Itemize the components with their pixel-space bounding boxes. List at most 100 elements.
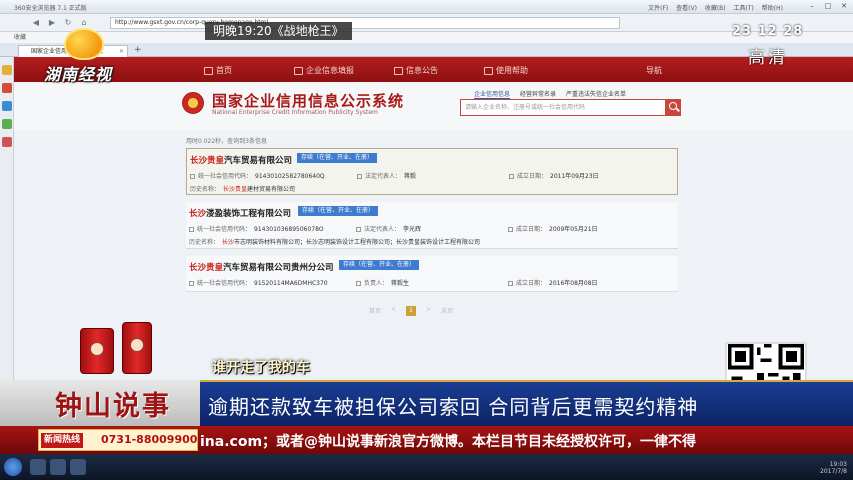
channel-name: 湖南经视 xyxy=(44,65,113,84)
calendar-icon xyxy=(508,281,513,286)
company-name[interactable]: 长沙贵皇汽车贸易有限公司贵州分公司 xyxy=(189,261,334,273)
pager-last[interactable]: 末页 xyxy=(441,306,453,316)
national-emblem-icon xyxy=(182,92,204,114)
nav-guide[interactable]: 导航 xyxy=(646,65,662,76)
result-card[interactable]: 长沙溇盈装饰工程有限公司 存续（在营、开业、在册） 统一社会信用代码： 91430… xyxy=(186,202,678,249)
name-keyword: 长沙贵皇 xyxy=(189,263,224,273)
system-tray: 19:03 2017/7/8 xyxy=(820,461,847,475)
hotline-number: 0731-88009900 xyxy=(101,433,198,446)
result-card[interactable]: 长沙贵皇汽车贸易有限公司贵州分公司 存续（在营、开业、在册） 统一社会信用代码：… xyxy=(186,256,678,292)
tool-icon[interactable] xyxy=(2,119,12,129)
browser-title-bar: 360安全浏览器 7.1 正式版 文件(F) 查看(V) 收藏(B) 工具(T)… xyxy=(0,0,853,14)
program-promo: 明晚19:20《战地枪王》 xyxy=(205,22,352,40)
hd-badge: 高清 xyxy=(748,48,788,68)
news-ticker: 新闻热线 0731-88009900 ina.com；或者@钟山说事新浪官方微博… xyxy=(0,426,853,454)
credit-code-field: 统一社会信用代码： 91430103689506078O xyxy=(189,224,324,233)
start-button-icon[interactable] xyxy=(4,458,22,476)
calendar-icon xyxy=(508,227,513,232)
founded-date-field: 成立日期： 2011年09月23日 xyxy=(509,171,599,180)
field-value: 91520114MA6DMHC370 xyxy=(254,280,328,287)
browser-menu[interactable]: 文件(F) 查看(V) 收藏(B) 工具(T) 帮助(H) xyxy=(648,3,783,12)
close-icon[interactable]: ✕ xyxy=(839,2,849,11)
field-label: 成立日期： xyxy=(516,226,547,233)
tab-blacklist[interactable]: 严重违法失信企业名单 xyxy=(566,89,626,99)
headline-bar: 逾期还款致车被担保公司索回 合同背后更需契约精神 xyxy=(200,380,853,426)
field-value: 蒋毅生 xyxy=(391,280,410,287)
bookmark-item[interactable]: 收藏 xyxy=(14,34,26,41)
pager-next[interactable]: > xyxy=(426,306,431,316)
field-value: 2011年09月23日 xyxy=(550,173,599,180)
os-taskbar: 19:03 2017/7/8 xyxy=(0,454,853,480)
drink-can-icon xyxy=(122,322,152,374)
search-input[interactable]: 请输入企业名称、注册号或统一社会信用代码 xyxy=(460,99,666,116)
app-icon[interactable] xyxy=(2,101,12,111)
company-name[interactable]: 长沙溇盈装饰工程有限公司 xyxy=(189,207,291,219)
results-summary: 用时0.022秒，查询到3条信息 xyxy=(186,138,267,145)
nav-report[interactable]: 企业信息填报 xyxy=(294,65,354,76)
name-keyword: 长沙贵皇 xyxy=(190,156,225,166)
tray-date: 2017/7/8 xyxy=(820,468,847,475)
code-icon xyxy=(189,227,194,232)
mango-logo-icon xyxy=(64,28,104,60)
folder-taskbar-icon[interactable] xyxy=(50,459,66,475)
field-label: 统一社会信用代码： xyxy=(198,173,253,180)
field-label: 负责人： xyxy=(364,280,389,287)
pagination: 首页 < 1 > 末页 xyxy=(369,306,453,316)
form-icon xyxy=(294,66,303,75)
show-name-box: 钟山说事 xyxy=(0,380,200,426)
pager-first[interactable]: 首页 xyxy=(369,306,381,316)
nav-notice[interactable]: 信息公告 xyxy=(394,65,438,76)
former-rest: 建材贸易有限公司 xyxy=(247,186,296,193)
person-icon xyxy=(356,227,361,232)
nav-home[interactable]: 首页 xyxy=(204,65,232,76)
notice-icon xyxy=(394,66,403,75)
video-frame: 360安全浏览器 7.1 正式版 文件(F) 查看(V) 收藏(B) 工具(T)… xyxy=(0,0,853,480)
nav-label: 导航 xyxy=(646,66,662,75)
company-name[interactable]: 长沙贵皇汽车贸易有限公司 xyxy=(190,154,292,166)
person-in-charge-field: 负责人： 蒋毅生 xyxy=(356,278,409,287)
broadcast-clock: 23 12 28 xyxy=(732,24,804,39)
result-card[interactable]: 长沙贵皇汽车贸易有限公司 存续（在营、开业、在册） 统一社会信用代码： 91430… xyxy=(186,148,678,195)
app-taskbar-icon[interactable] xyxy=(70,459,86,475)
browser-taskbar-icon[interactable] xyxy=(30,459,46,475)
calendar-icon xyxy=(509,174,514,179)
status-badge: 存续（在营、开业、在册） xyxy=(297,153,378,163)
address-bar[interactable]: http://www.gsxt.gov.cn/corp-query-homepa… xyxy=(110,17,620,29)
favorite-icon[interactable] xyxy=(2,65,12,75)
field-label: 历史名称： xyxy=(190,186,221,193)
code-icon xyxy=(190,174,195,179)
pager-prev[interactable]: < xyxy=(391,306,396,316)
nav-label: 使用帮助 xyxy=(496,66,528,75)
former-keyword: 长沙贵皇 xyxy=(223,186,248,193)
field-label: 法定代表人： xyxy=(364,226,401,233)
field-label: 统一社会信用代码： xyxy=(197,226,252,233)
weibo-icon[interactable] xyxy=(2,83,12,93)
field-value: 91430103689506078O xyxy=(254,226,324,233)
field-value: 2016年08月08日 xyxy=(549,280,598,287)
minimize-icon[interactable]: – xyxy=(807,2,817,11)
former-keyword: 长沙 xyxy=(222,239,235,246)
field-label: 历史名称： xyxy=(189,239,220,246)
show-name: 钟山说事 xyxy=(55,391,171,422)
ticker-text: ina.com；或者@钟山说事新浪官方微博。本栏目节目未经授权许可，一律不得 xyxy=(200,434,697,450)
site-logo-subtitle: National Enterprise Credit Information P… xyxy=(212,109,378,116)
credit-code-field: 统一社会信用代码： 91520114MA6DMHC370 xyxy=(189,278,328,287)
search-icon[interactable] xyxy=(666,99,681,116)
hotline-box: 新闻热线 0731-88009900 xyxy=(38,429,198,451)
field-label: 统一社会信用代码： xyxy=(197,280,252,287)
site-header: 国家企业信用信息公示系统 National Enterprise Credit … xyxy=(14,82,853,130)
hotline-label: 新闻热线 xyxy=(41,433,84,448)
channel-logo: 湖南经视 xyxy=(40,28,150,84)
maximize-icon[interactable]: □ xyxy=(823,2,833,11)
tab-credit-info[interactable]: 企业信用信息 xyxy=(474,89,511,99)
legal-rep-field: 法定代表人： 李光辉 xyxy=(356,224,421,233)
former-name-field: 历史名称： 长沙市志明装饰材料有限公司；长沙志明装饰设计工程有限公司；长沙贵皇装饰… xyxy=(189,237,480,246)
drink-can-icon xyxy=(80,328,114,374)
name-rest: 溇盈装饰工程有限公司 xyxy=(206,209,292,219)
pager-current[interactable]: 1 xyxy=(406,306,417,316)
tab-abnormal-list[interactable]: 经营异常名录 xyxy=(520,89,556,99)
code-icon xyxy=(189,281,194,286)
nav-help[interactable]: 使用帮助 xyxy=(484,65,528,76)
person-icon xyxy=(357,174,362,179)
mail-icon[interactable] xyxy=(2,137,12,147)
